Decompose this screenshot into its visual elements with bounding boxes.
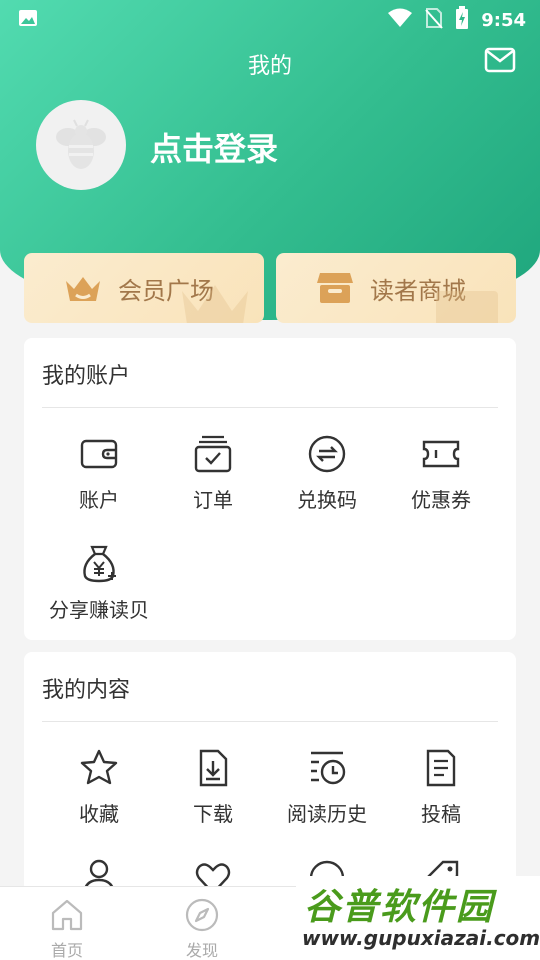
- money-bag-icon: [83, 545, 116, 583]
- mail-icon[interactable]: [484, 46, 516, 74]
- download-icon: [199, 749, 228, 787]
- watermark-title: 谷普软件园: [304, 887, 495, 928]
- avatar[interactable]: [36, 100, 126, 190]
- submission-label: 投稿: [421, 802, 461, 826]
- history-icon: [311, 751, 346, 785]
- account-item[interactable]: 账户: [42, 434, 156, 526]
- order-item[interactable]: 订单: [156, 434, 270, 526]
- exchange-code-item[interactable]: 兑换码: [270, 434, 384, 526]
- crown-decoration-icon: [182, 285, 248, 323]
- watermark: 谷普软件园 www.gupuxiazai.com: [296, 876, 540, 960]
- share-earn-item[interactable]: 分享赚读贝: [42, 544, 156, 636]
- divider: [42, 721, 498, 722]
- status-bar: 9:54: [0, 0, 540, 36]
- coupon-icon: [422, 440, 460, 468]
- nav-discover-label: 发现: [185, 941, 218, 960]
- reading-history-item[interactable]: 阅读历史: [270, 748, 384, 840]
- order-icon: [194, 435, 232, 473]
- reading-history-label: 阅读历史: [287, 802, 367, 826]
- wallet-icon: [80, 439, 118, 469]
- store-decoration-icon: [436, 291, 498, 323]
- account-label: 账户: [79, 488, 119, 512]
- crown-icon: [66, 277, 100, 301]
- submission-item[interactable]: 投稿: [384, 748, 498, 840]
- compass-icon: [185, 898, 219, 932]
- my-account-card: 我的账户 账户 订单 兑换码 优惠券 分享赚读贝: [24, 338, 516, 640]
- gallery-notification-icon: [18, 9, 38, 31]
- watermark-url: www.gupuxiazai.com: [302, 926, 540, 950]
- store-icon: [317, 273, 353, 303]
- nav-home-label: 首页: [50, 941, 83, 960]
- nav-discover[interactable]: 发现: [162, 893, 242, 960]
- download-item[interactable]: 下载: [156, 748, 270, 840]
- wifi-icon: [387, 8, 413, 32]
- favorites-label: 收藏: [79, 802, 119, 826]
- favorites-item[interactable]: 收藏: [42, 748, 156, 840]
- document-icon: [426, 749, 456, 787]
- page-title: 我的: [247, 54, 292, 79]
- bee-icon: [56, 119, 106, 169]
- my-account-title: 我的账户: [42, 364, 131, 389]
- coupon-item[interactable]: 优惠券: [384, 434, 498, 526]
- star-icon: [80, 749, 118, 785]
- home-icon: [51, 899, 83, 931]
- clock-time: 9:54: [481, 9, 526, 31]
- reader-mall-button[interactable]: 读者商城: [276, 253, 516, 323]
- share-earn-label: 分享赚读贝: [49, 598, 149, 622]
- my-content-card: 我的内容 收藏 下载 阅读历史 投稿: [24, 652, 516, 892]
- divider: [42, 407, 498, 408]
- download-label: 下载: [193, 802, 233, 826]
- my-content-title: 我的内容: [42, 678, 131, 703]
- nav-home[interactable]: 首页: [27, 893, 107, 960]
- coupon-label: 优惠券: [411, 488, 471, 512]
- battery-icon: [455, 6, 469, 34]
- order-label: 订单: [193, 488, 233, 512]
- no-sim-icon: [425, 7, 443, 33]
- exchange-code-label: 兑换码: [297, 488, 357, 512]
- exchange-icon: [308, 435, 346, 473]
- login-button[interactable]: 点击登录: [150, 124, 278, 170]
- title-bar: 我的: [0, 42, 540, 84]
- member-plaza-button[interactable]: 会员广场: [24, 253, 264, 323]
